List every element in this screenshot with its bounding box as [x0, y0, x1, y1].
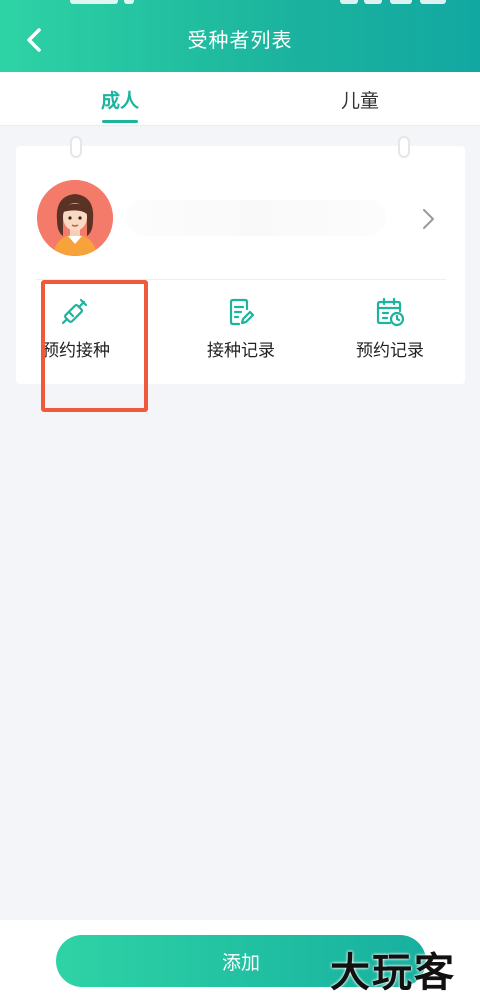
female-avatar-icon — [37, 180, 113, 256]
page-title: 受种者列表 — [187, 28, 293, 52]
app-header: 受种者列表 — [0, 0, 480, 72]
vaccination-record-button[interactable]: 接种记录 — [176, 296, 306, 366]
calendar-clock-icon — [376, 297, 405, 327]
watermark: 大玩客 — [330, 949, 456, 996]
action-label: 接种记录 — [207, 341, 275, 361]
action-label: 预约记录 — [356, 341, 424, 361]
binder-ring — [70, 136, 82, 158]
recipient-name[interactable] — [126, 200, 386, 236]
tab-active-indicator — [102, 120, 138, 123]
record-edit-icon — [229, 298, 255, 326]
highlight-box — [41, 280, 148, 412]
appointment-record-button[interactable]: 预约记录 — [325, 296, 455, 366]
binder-ring — [398, 136, 410, 158]
tab-bar: 成人 儿童 — [0, 72, 480, 126]
tab-adult[interactable]: 成人 — [0, 72, 240, 126]
avatar[interactable] — [37, 180, 113, 256]
status-bar — [0, 0, 480, 10]
chevron-right-icon[interactable] — [418, 206, 438, 232]
tab-child[interactable]: 儿童 — [240, 72, 480, 126]
